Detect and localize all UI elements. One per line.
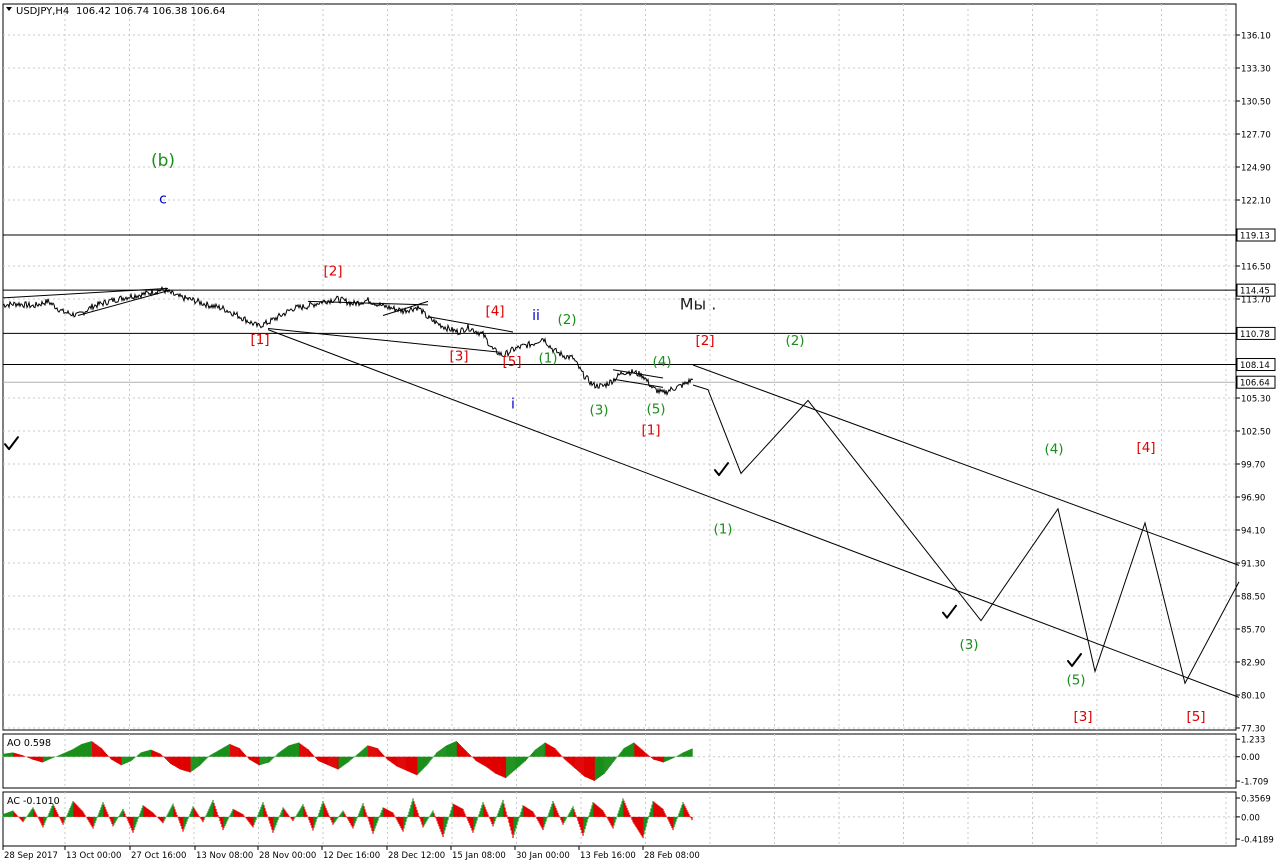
wave-label: ii <box>532 308 540 324</box>
wave-label: (5) <box>646 401 665 417</box>
price-tick-label: 113.70 <box>1241 296 1271 306</box>
wave-label: [5] <box>1186 709 1205 725</box>
price-tick-label: 102.50 <box>1241 428 1271 438</box>
time-tick-label: 13 Oct 00:00 <box>66 851 121 861</box>
time-tick-label: 13 Feb 16:00 <box>580 851 636 861</box>
indicator-tick-label: 0.00 <box>1241 813 1260 823</box>
time-tick-label: 28 Feb 08:00 <box>644 851 700 861</box>
level-label: 108.14 <box>1240 361 1270 371</box>
wave-label: (3) <box>959 637 978 653</box>
time-tick-label: 15 Jan 08:00 <box>452 851 506 861</box>
indicator-tick-label: 0.3569 <box>1241 794 1271 804</box>
annotation-text: Мы . <box>680 295 717 314</box>
price-tick-label: 105.30 <box>1241 395 1271 405</box>
wave-label: c <box>159 192 167 208</box>
wave-label: [5] <box>502 354 521 370</box>
price-tick-label: 122.10 <box>1241 197 1271 207</box>
level-label: 119.13 <box>1240 232 1270 242</box>
level-label: 114.45 <box>1240 287 1270 297</box>
price-tick-label: 94.10 <box>1241 527 1265 537</box>
wave-label: [3] <box>449 348 468 364</box>
price-tick-label: 124.90 <box>1241 164 1271 174</box>
wave-label: (b) <box>151 151 175 171</box>
ac-title: AC -0.1010 <box>7 796 60 807</box>
price-tick-label: 82.90 <box>1241 659 1265 669</box>
chart-canvas: (b) c [2] [1] [4] ii (2) [3] [5] (1) i (3) (4) (5) [1]… <box>0 0 1276 866</box>
ohlc-readout: 106.42 106.74 106.38 106.64 <box>76 6 226 17</box>
ao-title: AO 0.598 <box>7 738 51 749</box>
time-tick-label: 12 Dec 16:00 <box>323 851 380 861</box>
price-tick-label: 91.30 <box>1241 560 1265 570</box>
time-tick-label: 30 Jan 00:00 <box>516 851 570 861</box>
indicator-tick-label: 0.00 <box>1241 753 1260 763</box>
time-tick-label: 28 Sep 2017 <box>4 851 58 861</box>
wave-label: (4) <box>1044 441 1063 457</box>
price-tick-label: 88.50 <box>1241 593 1265 603</box>
price-tick-label: 96.90 <box>1241 494 1265 504</box>
price-tick-label: 133.30 <box>1241 65 1271 75</box>
level-label: 106.64 <box>1240 379 1270 389</box>
wave-label: (2) <box>557 312 576 328</box>
symbol-title: USDJPY,H4 <box>16 6 69 17</box>
wave-label: [2] <box>323 263 342 279</box>
time-tick-label: 13 Nov 08:00 <box>196 851 253 861</box>
indicator-tick-label: -0.4189 <box>1241 836 1274 846</box>
wave-label: (2) <box>785 333 804 349</box>
wave-label: [4] <box>1136 440 1155 456</box>
wave-label: (1) <box>538 351 557 367</box>
wave-label: [1] <box>250 332 269 348</box>
wave-label: (3) <box>589 403 608 419</box>
chart-header: USDJPY,H4 106.42 106.74 106.38 106.64 <box>6 6 226 17</box>
time-tick-label: 28 Nov 00:00 <box>259 851 316 861</box>
indicator-tick-label: -1.709 <box>1241 778 1268 788</box>
wave-label: (5) <box>1066 672 1085 688</box>
price-tick-label: 127.70 <box>1241 131 1271 141</box>
wave-label: i <box>511 397 515 413</box>
wave-label: [1] <box>641 423 660 439</box>
time-tick-label: 27 Oct 16:00 <box>131 851 186 861</box>
price-tick-label: 99.70 <box>1241 461 1265 471</box>
price-tick-label: 80.10 <box>1241 692 1265 702</box>
wave-label: (4) <box>652 354 671 370</box>
wave-label: [3] <box>1073 709 1092 725</box>
level-label: 110.78 <box>1240 330 1270 340</box>
indicator-tick-label: 1.233 <box>1241 736 1265 746</box>
price-tick-label: 130.50 <box>1241 98 1271 108</box>
wave-label: [2] <box>695 333 714 349</box>
price-tick-label: 77.30 <box>1241 725 1265 735</box>
time-tick-label: 28 Dec 12:00 <box>388 851 445 861</box>
price-tick-label: 85.70 <box>1241 626 1265 636</box>
price-tick-label: 116.50 <box>1241 263 1271 273</box>
wave-label: (1) <box>713 522 732 538</box>
wave-label: [4] <box>485 304 504 320</box>
price-tick-label: 136.10 <box>1241 32 1271 42</box>
